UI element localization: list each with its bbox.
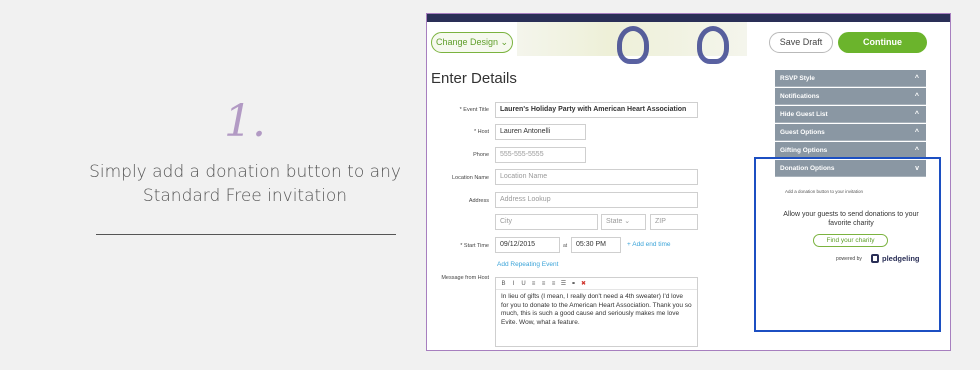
chevron-up-icon: ^ <box>914 75 919 82</box>
top-strip <box>427 14 950 22</box>
at-label: at <box>563 243 568 249</box>
change-design-button[interactable]: Change Design ⌄ <box>431 32 513 53</box>
location-name-label: Location Name <box>452 175 489 181</box>
city-input[interactable]: City <box>495 214 598 230</box>
message-text[interactable]: In lieu of gifts (I mean, I really don't… <box>496 290 697 330</box>
align-center-icon[interactable]: ≡ <box>540 281 547 287</box>
pledgeling-logo-icon <box>871 254 879 263</box>
zip-input[interactable]: ZIP <box>650 214 698 230</box>
event-title-label: * Event Title <box>459 107 489 113</box>
start-time-input[interactable]: 05:30 PM <box>571 237 621 253</box>
add-end-time-link[interactable]: + Add end time <box>627 241 671 248</box>
address-label: Address <box>468 198 489 204</box>
message-label: Message from Host <box>441 275 489 281</box>
donation-hint: Add a donation button to your invitation <box>785 189 864 194</box>
underline-icon[interactable]: U <box>520 281 527 287</box>
sidebar-item-rsvp-style[interactable]: RSVP Style ^ <box>775 70 926 87</box>
sidebar-item-notifications[interactable]: Notifications ^ <box>775 88 926 105</box>
list-icon[interactable]: ☰ <box>560 280 567 287</box>
location-name-input[interactable]: Location Name <box>495 169 698 185</box>
italic-icon[interactable]: I <box>510 281 517 287</box>
chevron-up-icon: ^ <box>914 93 919 100</box>
top-bar: Change Design ⌄ Save Draft Continue <box>427 14 950 64</box>
host-input[interactable]: Lauren Antonelli <box>495 124 586 140</box>
step-number: 1. <box>224 96 266 147</box>
phone-input[interactable]: 555-555-5555 <box>495 147 586 163</box>
phone-label: Phone <box>473 152 489 158</box>
screenshot-window: Change Design ⌄ Save Draft Continue Ente… <box>426 13 951 351</box>
chevron-up-icon: ^ <box>914 129 919 136</box>
link-icon[interactable]: ⚭ <box>570 280 577 287</box>
save-draft-button[interactable]: Save Draft <box>769 32 833 53</box>
donation-description: Allow your guests to send donations to y… <box>783 211 919 227</box>
pledgeling-brand: pledgeling <box>882 254 920 263</box>
address-input[interactable]: Address Lookup <box>495 192 698 208</box>
chevron-up-icon: ^ <box>914 111 919 118</box>
event-title-input[interactable]: Lauren's Holiday Party with American Hea… <box>495 102 698 118</box>
bold-icon[interactable]: B <box>500 281 507 287</box>
add-repeating-event-link[interactable]: Add Repeating Event <box>497 261 558 268</box>
find-charity-button[interactable]: Find your charity <box>813 234 888 247</box>
state-select[interactable]: State ⌄ <box>601 214 646 230</box>
clear-format-icon[interactable]: ✖ <box>580 280 587 287</box>
host-label: * Host <box>474 129 489 135</box>
editor-toolbar: B I U ≡ ≡ ≡ ☰ ⚭ ✖ <box>496 278 697 290</box>
sidebar-item-hide-guest-list[interactable]: Hide Guest List ^ <box>775 106 926 123</box>
page-title: Enter Details <box>431 70 517 87</box>
start-time-label: * Start Time <box>460 243 489 249</box>
continue-button[interactable]: Continue <box>838 32 927 53</box>
design-banner-image <box>517 22 747 64</box>
align-right-icon[interactable]: ≡ <box>550 281 557 287</box>
start-date-input[interactable]: 09/12/2015 <box>495 237 560 253</box>
align-left-icon[interactable]: ≡ <box>530 281 537 287</box>
step-caption: Simply add a donation button to any Stan… <box>89 162 401 206</box>
caption-divider <box>96 234 396 235</box>
message-editor[interactable]: B I U ≡ ≡ ≡ ☰ ⚭ ✖ In lieu of gifts (I me… <box>495 277 698 347</box>
powered-by-label: powered by <box>836 256 862 262</box>
sidebar-item-guest-options[interactable]: Guest Options ^ <box>775 124 926 141</box>
